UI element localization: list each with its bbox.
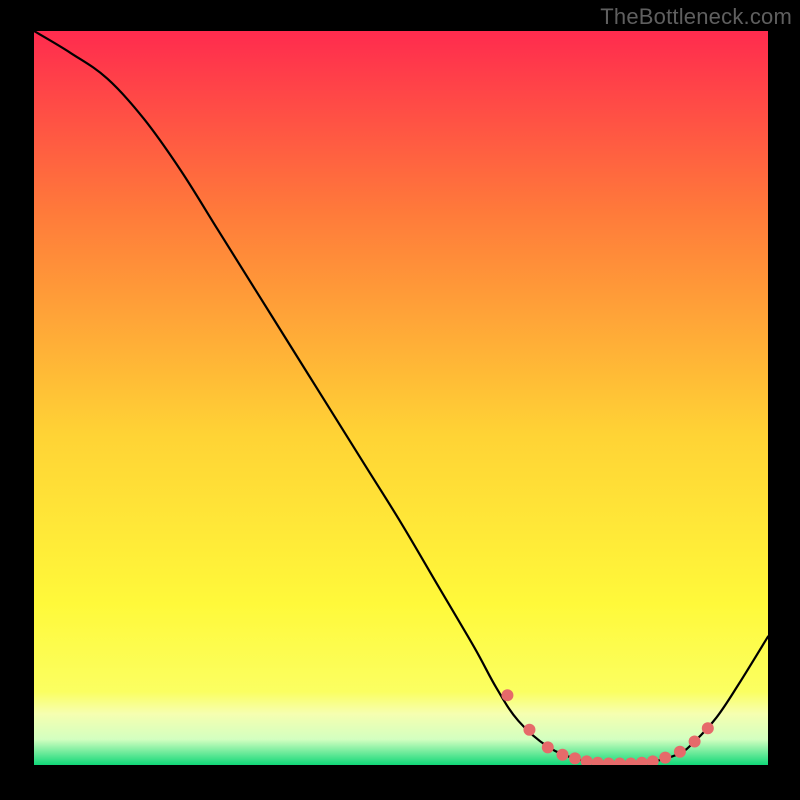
chart-svg	[34, 31, 768, 765]
highlight-dot	[569, 752, 581, 764]
highlight-dot	[542, 741, 554, 753]
gradient-background	[34, 31, 768, 765]
highlight-dot	[659, 752, 671, 764]
highlight-dot	[556, 749, 568, 761]
watermark-text: TheBottleneck.com	[600, 4, 792, 30]
chart-frame: TheBottleneck.com	[0, 0, 800, 800]
highlight-dot	[702, 722, 714, 734]
plot-area	[34, 31, 768, 765]
highlight-dot	[523, 724, 535, 736]
highlight-dot	[689, 736, 701, 748]
highlight-dot	[501, 689, 513, 701]
highlight-dot	[674, 746, 686, 758]
